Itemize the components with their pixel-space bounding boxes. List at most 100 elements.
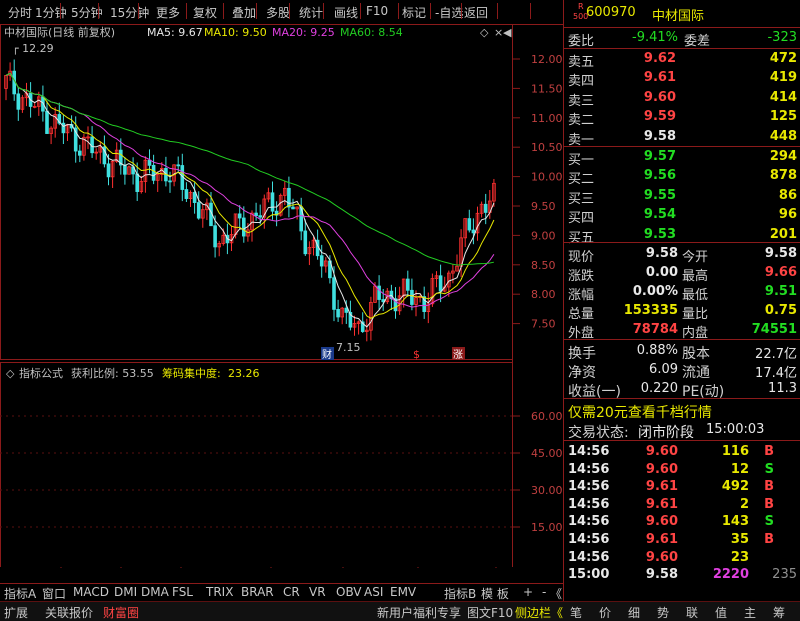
indicator-tab-3[interactable]: DMI [114,585,137,599]
status-left-1[interactable]: 关联报价 [45,604,93,621]
close-icon[interactable]: × [494,26,503,39]
candlesticks [4,59,496,342]
tick-side: B [764,479,774,495]
asks-row[interactable]: 卖一 9.58 448 [564,127,800,148]
indicator-tab-12[interactable]: EMV [390,585,416,599]
indicator-tab-5[interactable]: FSL [172,585,193,599]
toolbar-item-4[interactable]: 更多 [156,4,180,21]
candle-body [106,163,111,178]
status-left-2[interactable]: 财富圈 [103,604,139,621]
toolbar-divider [256,3,257,19]
asks-row[interactable]: 卖二 9.59 125 [564,107,800,129]
candle-body [168,180,172,183]
candle-body [61,122,66,134]
indicator-tab-1[interactable]: 窗口 [42,585,66,602]
diamond-icon[interactable]: ◇ [480,26,489,39]
toolbar-item-5[interactable]: 复权 [193,4,217,21]
indicator-tab-7[interactable]: BRAR [241,585,274,599]
indicator-tab-6[interactable]: TRIX [206,585,233,599]
side-tab-6[interactable]: 主 [744,604,756,621]
promo-link[interactable]: 仅需20元查看千档行情 [568,402,712,422]
indicator-frame [0,362,513,568]
tick-time: 14:56 [568,444,610,459]
side-tab-4[interactable]: 联 [686,604,698,621]
side-tab-7[interactable]: 筹 [773,604,785,621]
asks-label: 卖五 [568,55,595,70]
toolbar-item-1[interactable]: 1分钟 [35,4,67,21]
weibi-value: -9.41% [632,30,678,45]
toolbar-item-0[interactable]: 分时 [8,4,32,21]
toolbar-divider [98,3,99,19]
toolbar-divider [223,3,224,19]
toolbar-item-9[interactable]: 画线 [334,4,358,21]
candle-body [241,217,246,237]
bids-volume: 96 [778,207,797,223]
status-left-0[interactable]: 扩展 [4,604,28,621]
bids-row[interactable]: 买三 9.55 86 [564,186,800,207]
toolbar-item-7[interactable]: 多股 [266,4,290,21]
bids-price: 9.56 [643,168,676,184]
status-mid-0[interactable]: 新用户福利专享 [377,604,461,621]
indicator-tab-9[interactable]: VR [309,585,326,599]
toolbar-item-13[interactable]: 返回 [464,4,488,21]
asks-row[interactable]: 卖四 9.61 419 [564,68,800,90]
kline-chart[interactable]: 12.00 11.50 11.00 10.50 10.00 9.50 9.00 8.50 8.0… [0,24,563,568]
status-mid-2[interactable]: 侧边栏《 [515,604,563,621]
indicator-name[interactable]: 指标公式 [19,366,63,380]
chip-concentration-value: 23.26 [228,367,260,380]
toolbar-item-10[interactable]: F10 [366,4,388,18]
dollar-marker[interactable]: $ [413,348,420,361]
asks-row[interactable]: 卖三 9.60 414 [564,88,800,109]
indicator-tab-15[interactable]: + [523,585,533,599]
candle-body [196,202,201,219]
toolbar-item-8[interactable]: 统计 [299,4,323,21]
indicator-collapse-icon[interactable]: ◇ [6,367,15,380]
toolbar-item-6[interactable]: 叠加 [232,4,256,21]
asks-row[interactable]: 卖五 9.62 472 [564,49,800,70]
price-tick: 9.50 [531,200,556,213]
trade-state-time: 15:00:03 [706,422,765,437]
indicator-tab-10[interactable]: OBV [336,585,362,599]
asks-label: 卖一 [568,132,595,148]
side-tab-0[interactable]: 笔 [570,604,582,621]
promo-row[interactable]: 仅需20元查看千档行情 [564,400,800,422]
bids-row[interactable]: 买五 9.53 201 [564,225,800,246]
candle-body [135,173,140,192]
fundamental-row: 净资 6.09 流通 17.4亿 [564,360,800,381]
asks-label: 卖二 [568,113,595,129]
bids-volume: 294 [769,149,797,164]
indicator-tab-2[interactable]: MACD [73,585,109,599]
side-tab-3[interactable]: 势 [657,604,669,621]
toolbar-divider [360,3,361,19]
trade-state-row: 交易状态: 闭市阶段 15:00:03 [568,422,765,441]
side-tab-1[interactable]: 价 [599,604,611,621]
high-price-label: ┌ 12.29 [12,42,54,55]
indicator-tick: 30.00 [531,484,563,497]
indicator-tab-11[interactable]: ASI [364,585,383,599]
indicator-tab-14[interactable]: 模 板 [481,585,509,602]
bids-row[interactable]: 买四 9.54 96 [564,205,800,227]
indicator-tab-16[interactable]: - [542,585,546,599]
tick-row: 14:56 9.60 23 [564,548,800,567]
asks-label: 卖四 [568,74,595,90]
side-tab-5[interactable]: 值 [715,604,727,621]
toolbar-item-3[interactable]: 15分钟 [110,4,149,21]
bids-row[interactable]: 买一 9.57 294 [564,147,800,168]
expand-icon[interactable]: ◀ [503,26,512,39]
indicator-tab-17[interactable]: 《 [550,585,562,602]
status-mid-1[interactable]: 图文F10 [467,604,513,621]
tick-volume: 492 [721,479,749,495]
stat-value: 0.75 [764,303,797,318]
bids-label: 买四 [568,211,595,227]
candle-body [237,213,242,219]
toolbar-item-12[interactable]: -自选 [435,4,463,21]
stat-row: 总量 153335 量比 0.75 [564,301,800,322]
bids-row[interactable]: 买二 9.56 878 [564,166,800,187]
bids-price: 9.57 [643,149,676,164]
indicator-tab-4[interactable]: DMA [141,585,169,599]
indicator-tab-0[interactable]: 指标A [4,585,36,602]
toolbar-item-11[interactable]: 标记 [402,4,426,21]
indicator-tab-8[interactable]: CR [283,585,300,599]
side-tab-2[interactable]: 细 [628,604,640,621]
indicator-tab-13[interactable]: 指标B [444,585,476,602]
